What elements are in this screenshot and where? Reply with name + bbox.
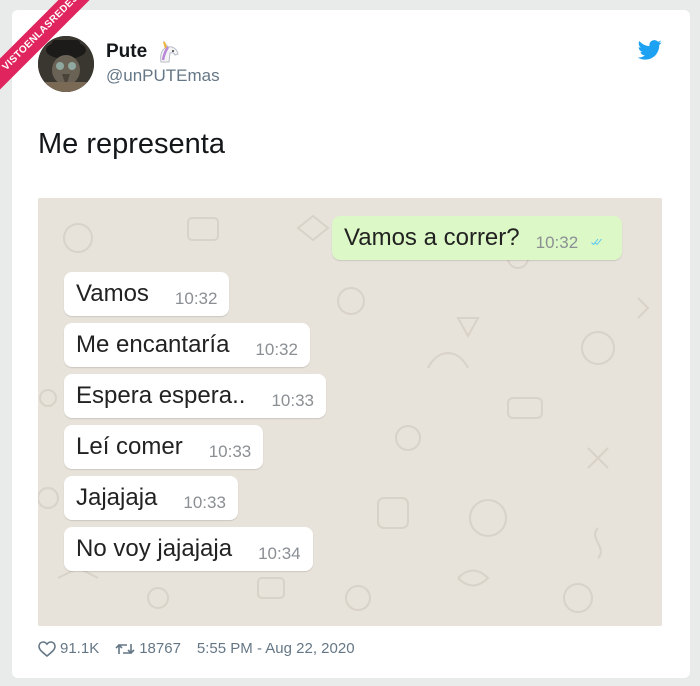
message-bubble-incoming[interactable]: No voy jajajaja 10:34 <box>64 527 313 571</box>
message-time: 10:32 <box>174 289 218 308</box>
timestamp-text: 5:55 PM - Aug 22, 2020 <box>196 640 355 657</box>
message-text: Vamos <box>76 280 149 307</box>
message-text: Vamos a correr? <box>344 224 520 251</box>
message-text: Me encantaría <box>76 331 230 358</box>
retweets-stat[interactable]: 18767 <box>115 640 181 657</box>
likes-count: 91.1K <box>60 640 100 657</box>
avatar[interactable] <box>38 36 94 92</box>
author-name[interactable]: Pute <box>106 40 181 64</box>
read-ticks-icon <box>591 238 603 246</box>
message-bubble-incoming[interactable]: Vamos 10:32 <box>64 272 230 316</box>
message-bubble-incoming[interactable]: Me encantaría 10:32 <box>64 323 310 367</box>
retweet-icon[interactable] <box>115 642 135 656</box>
tweet-timestamp[interactable]: 5:55 PM - Aug 22, 2020 <box>197 640 355 657</box>
message-text: Jajajaja <box>76 484 158 511</box>
message-time: 10:33 <box>183 493 226 512</box>
message-text: Leí comer <box>76 433 183 460</box>
likes-stat[interactable]: 91.1K <box>38 640 99 657</box>
heart-icon[interactable] <box>38 640 56 657</box>
tweet-text: Me representa <box>38 128 225 160</box>
chat-screenshot: Vamos a correr? 10:32 Vamos 10:32 Me enc… <box>38 198 662 626</box>
message-bubble-incoming[interactable]: Espera espera.. 10:33 <box>64 374 326 418</box>
author-handle[interactable]: @unPUTEmas <box>106 66 220 86</box>
message-time: 10:32 <box>255 340 298 359</box>
twitter-bird-icon[interactable] <box>638 40 662 60</box>
message-bubble-incoming[interactable]: Jajajaja 10:33 <box>64 476 238 520</box>
author-display-name: Pute <box>106 41 148 62</box>
retweets-count: 18767 <box>139 640 181 657</box>
message-time: 10:33 <box>271 391 314 410</box>
avatar-image <box>38 36 94 92</box>
message-bubble-outgoing[interactable]: Vamos a correr? 10:32 <box>332 216 623 260</box>
tweet-stats: 91.1K 18767 5:55 PM - Aug 22, 2020 <box>38 640 355 657</box>
message-time: 10:33 <box>208 442 252 461</box>
unicorn-icon <box>160 40 179 63</box>
message-time: 10:34 <box>258 544 301 563</box>
message-bubble-incoming[interactable]: Leí comer 10:33 <box>64 425 264 469</box>
message-text: Espera espera.. <box>76 382 246 409</box>
message-time: 10:32 <box>535 233 579 252</box>
message-text: No voy jajajaja <box>76 535 233 562</box>
